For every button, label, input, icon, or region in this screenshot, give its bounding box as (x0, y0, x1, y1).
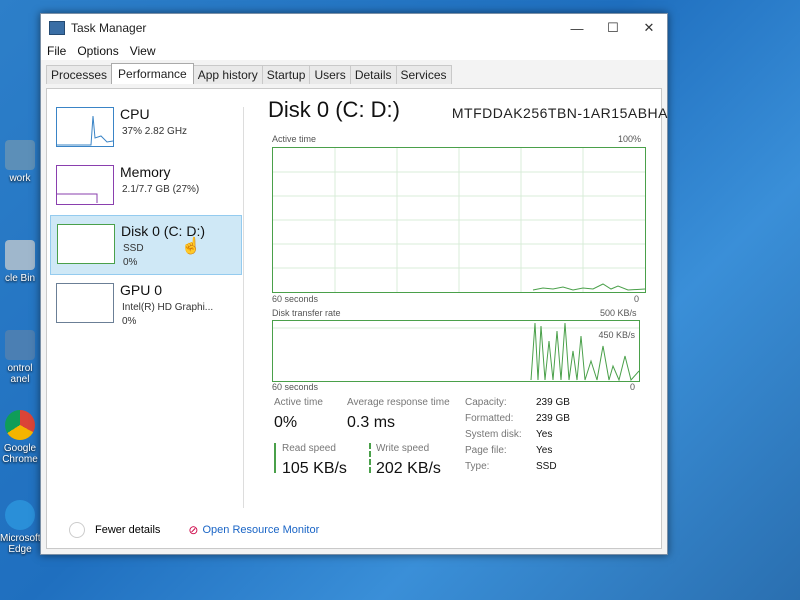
avg-response-value: 0.3 ms (347, 414, 396, 431)
system-disk-value: Yes (536, 429, 553, 440)
sidebar-item-label: CPU (120, 106, 150, 122)
desktop-icon-label: cle Bin (4, 273, 35, 284)
desktop-icon-recycle-bin[interactable]: cle Bin (0, 240, 40, 284)
menu-view[interactable]: View (130, 44, 156, 58)
read-speed-marker (274, 443, 276, 473)
type-label: Type: (465, 461, 490, 472)
menu-options[interactable]: Options (77, 44, 118, 58)
page-title: Disk 0 (C: D:) (268, 97, 400, 122)
desktop-icon-chrome[interactable]: Google Chrome (0, 410, 40, 465)
sidebar-item-detail: 2.1/7.7 GB (27%) (122, 184, 200, 195)
performance-panel: CPU 37% 2.82 GHz Memory 2.1/7.7 GB (27%)… (46, 88, 667, 549)
panel-divider (243, 107, 244, 508)
read-speed-value: 105 KB/s (282, 460, 347, 477)
gpu-thumbnail-graph (56, 283, 114, 323)
sidebar-item-gpu[interactable]: GPU 0 Intel(R) HD Graphi... 0% (50, 275, 242, 333)
minimize-button[interactable]: — (559, 14, 595, 42)
write-speed-value: 202 KB/s (376, 460, 441, 477)
desktop-icon-control-panel[interactable]: ontrol anel (0, 330, 40, 385)
recycle-bin-icon (5, 240, 35, 270)
transfer-rate-label: Disk transfer rate (272, 308, 341, 318)
active-time-zero: 0 (634, 294, 640, 304)
capacity-value: 239 GB (536, 397, 570, 408)
sidebar-item-cpu[interactable]: CPU 37% 2.82 GHz (50, 99, 242, 157)
page-file-value: Yes (536, 445, 553, 456)
sidebar-item-label: GPU 0 (120, 282, 163, 298)
disk-thumbnail-graph (57, 224, 115, 264)
title-bar[interactable]: Task Manager — ☐ ✕ (41, 14, 667, 42)
window-title: Task Manager (71, 21, 147, 35)
desktop-icon-label: work (9, 173, 31, 184)
memory-thumbnail-graph (56, 165, 114, 205)
task-manager-icon (49, 21, 65, 35)
disk-type: SSD (123, 243, 144, 254)
tab-processes[interactable]: Processes (46, 65, 113, 84)
disk-model: MTFDDAK256TBN-1AR15ABHA (451, 105, 668, 121)
tab-performance[interactable]: Performance (111, 63, 194, 84)
transfer-seconds: 60 seconds (272, 382, 319, 392)
sidebar-item-disk[interactable]: Disk 0 (C: D:) SSD 0% ☝ (50, 215, 242, 275)
fewer-details-link[interactable]: Fewer details (95, 524, 160, 536)
disk-usage: 0% (123, 257, 138, 268)
task-manager-window: Task Manager — ☐ ✕ File Options View Pro… (40, 13, 668, 555)
maximize-button[interactable]: ☐ (595, 14, 631, 42)
control-panel-icon (5, 330, 35, 360)
chevron-up-icon[interactable] (69, 522, 85, 538)
gpu-model: Intel(R) HD Graphi... (122, 302, 214, 313)
formatted-value: 239 GB (536, 413, 570, 424)
page-file-label: Page file: (465, 445, 507, 456)
tab-strip: Processes Performance App history Startu… (46, 63, 452, 84)
sidebar-item-detail: Intel(R) HD Graphi... 0% (122, 301, 213, 329)
gpu-usage: 0% (122, 316, 137, 327)
tab-details[interactable]: Details (349, 65, 397, 84)
formatted-label: Formatted: (465, 413, 514, 424)
cpu-thumbnail-graph (56, 107, 114, 147)
active-time-max: 100% (618, 134, 642, 144)
sidebar-item-label: Memory (120, 164, 171, 180)
active-time-stat-value: 0% (274, 414, 298, 431)
menu-file[interactable]: File (47, 44, 66, 58)
avg-response-label: Average response time (347, 397, 450, 408)
desktop-icon-network[interactable]: work (0, 140, 40, 184)
capacity-label: Capacity: (465, 397, 507, 408)
resource-list: CPU 37% 2.82 GHz Memory 2.1/7.7 GB (27%)… (50, 99, 242, 333)
footer: Fewer details ⊘ Open Resource Monitor (69, 522, 319, 538)
transfer-rate-mid: 450 KB/s (598, 330, 635, 340)
transfer-rate-max: 500 KB/s (600, 308, 637, 318)
active-time-seconds: 60 seconds (272, 294, 319, 304)
write-speed-marker (369, 443, 371, 473)
active-time-graph-label: Active time (272, 134, 317, 144)
sidebar-item-memory[interactable]: Memory 2.1/7.7 GB (27%) (50, 157, 242, 215)
desktop-icon-label: Microsoft Edge (0, 533, 41, 555)
sidebar-item-detail: 37% 2.82 GHz (122, 126, 188, 137)
network-icon (5, 140, 35, 170)
active-time-stat-label: Active time (274, 397, 323, 408)
desktop-icon-edge[interactable]: Microsoft Edge (0, 500, 41, 555)
transfer-zero: 0 (630, 382, 636, 392)
chrome-icon (5, 410, 35, 440)
write-speed-label: Write speed (376, 443, 430, 454)
tab-app-history[interactable]: App history (192, 65, 263, 84)
system-disk-label: System disk: (465, 429, 522, 440)
active-time-graph (272, 147, 646, 293)
resource-monitor-icon: ⊘ (188, 523, 199, 537)
tab-users[interactable]: Users (309, 65, 351, 84)
desktop-icon-label: Google Chrome (2, 443, 38, 465)
edge-icon (5, 500, 35, 530)
transfer-rate-graph: 450 KB/s (272, 320, 640, 382)
close-button[interactable]: ✕ (631, 14, 667, 42)
open-resource-monitor-link[interactable]: Open Resource Monitor (202, 524, 319, 536)
desktop-icon-label: ontrol anel (7, 363, 33, 385)
read-speed-label: Read speed (282, 443, 336, 454)
tab-startup[interactable]: Startup (261, 65, 311, 84)
hand-cursor-icon: ☝ (181, 238, 201, 255)
tab-services[interactable]: Services (395, 65, 452, 84)
sidebar-item-detail: SSD 0% (123, 242, 144, 270)
type-value: SSD (536, 461, 557, 472)
menu-bar: File Options View (41, 42, 667, 60)
